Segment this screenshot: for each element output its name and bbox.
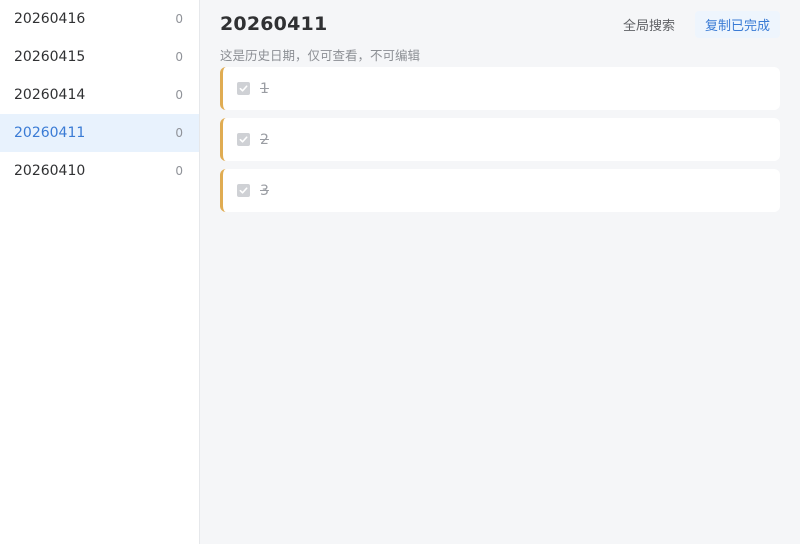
- date-item-20260411[interactable]: 20260411 0: [0, 114, 199, 152]
- date-item-20260416[interactable]: 20260416 0: [0, 0, 199, 38]
- checkbox-checked-icon[interactable]: [237, 184, 250, 197]
- task-text: 2: [260, 131, 269, 148]
- main-panel: 20260411 全局搜索 复制已完成 这是历史日期，仅可查看，不可编辑 1 2: [200, 0, 800, 544]
- global-search-button[interactable]: 全局搜索: [615, 11, 689, 38]
- date-count: 0: [175, 126, 183, 140]
- date-count: 0: [175, 88, 183, 102]
- task-list: 1 2 3: [220, 67, 780, 212]
- date-label: 20260416: [14, 11, 86, 27]
- page-title: 20260411: [220, 13, 328, 35]
- task-item: 2: [220, 118, 780, 161]
- date-label: 20260410: [14, 163, 86, 179]
- date-label: 20260415: [14, 49, 86, 65]
- date-count: 0: [175, 164, 183, 178]
- header-actions: 全局搜索 复制已完成: [615, 10, 780, 38]
- date-item-20260410[interactable]: 20260410 0: [0, 152, 199, 190]
- date-count: 0: [175, 50, 183, 64]
- checkbox-checked-icon[interactable]: [237, 133, 250, 146]
- task-item: 1: [220, 67, 780, 110]
- task-item: 3: [220, 169, 780, 212]
- main-header: 20260411 全局搜索 复制已完成: [220, 0, 780, 46]
- copy-completed-button[interactable]: 复制已完成: [694, 10, 780, 38]
- date-label: 20260411: [14, 125, 86, 141]
- date-count: 0: [175, 12, 183, 26]
- date-item-20260415[interactable]: 20260415 0: [0, 38, 199, 76]
- date-item-20260414[interactable]: 20260414 0: [0, 76, 199, 114]
- history-readonly-notice: 这是历史日期，仅可查看，不可编辑: [220, 48, 421, 63]
- date-label: 20260414: [14, 87, 86, 103]
- date-sidebar: 20260416 0 20260415 0 20260414 0 2026041…: [0, 0, 200, 544]
- task-text: 1: [260, 80, 269, 97]
- task-text: 3: [260, 182, 269, 199]
- app-window: 20260416 0 20260415 0 20260414 0 2026041…: [0, 0, 800, 544]
- checkbox-checked-icon[interactable]: [237, 82, 250, 95]
